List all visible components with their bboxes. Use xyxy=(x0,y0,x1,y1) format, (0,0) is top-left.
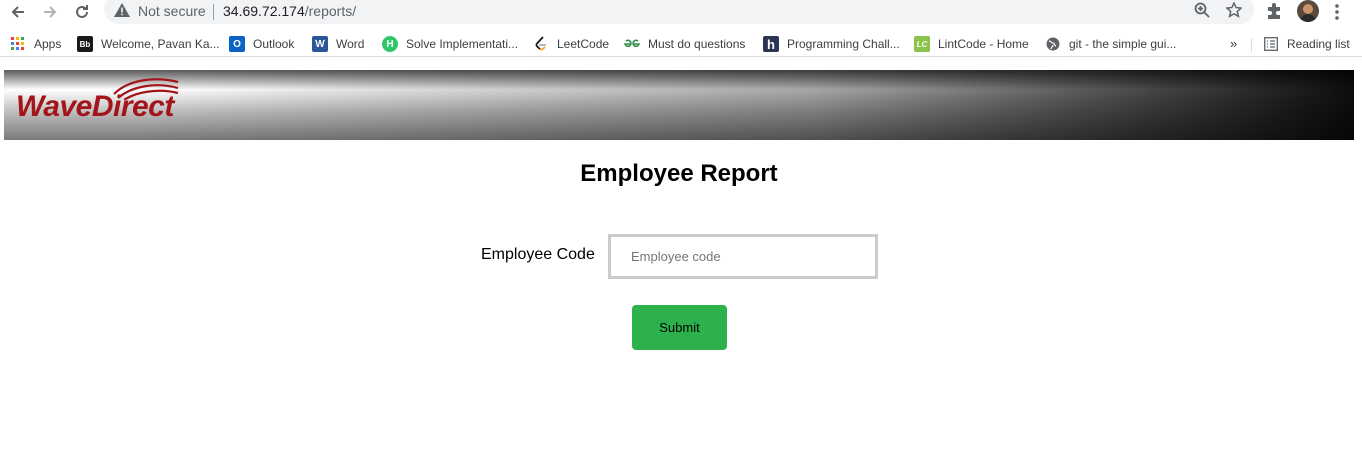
bookmark-hackerrank[interactable]: H Solve Implementati... xyxy=(382,35,518,53)
forward-arrow-icon xyxy=(44,6,57,18)
url-host: 34.69.72.174 xyxy=(223,3,305,19)
omnibox-divider xyxy=(213,4,214,20)
bookmark-blackboard[interactable]: Bb Welcome, Pavan Ka... xyxy=(77,35,220,53)
bookmark-gfg[interactable]: Must do questions xyxy=(624,35,745,53)
back-arrow-icon xyxy=(11,6,24,18)
page-title: Employee Report xyxy=(580,160,778,187)
geeksforgeeks-icon xyxy=(624,36,640,52)
globe-icon xyxy=(1045,36,1061,52)
bookmark-label: Programming Chall... xyxy=(787,37,900,51)
outlook-icon: O xyxy=(229,36,245,52)
bookmark-word[interactable]: W Word xyxy=(312,35,364,53)
kebab-menu-icon[interactable] xyxy=(1334,3,1340,26)
bookmark-label: Word xyxy=(336,37,365,51)
bookmark-label: LeetCode xyxy=(557,37,610,51)
bookmark-lintcode[interactable]: LC LintCode - Home xyxy=(914,35,1029,53)
bookmark-apps[interactable]: Apps xyxy=(10,35,61,53)
bookmark-label: Must do questions xyxy=(648,37,746,51)
employee-code-label: Employee Code xyxy=(481,246,595,263)
reload-button[interactable] xyxy=(70,0,94,24)
bookmarks-bar: Apps Bb Welcome, Pavan Ka... O Outlook W… xyxy=(0,30,1362,57)
browser-toolbar: Not secure 34.69.72.174/reports/ xyxy=(0,0,1362,24)
bookmark-label: Outlook xyxy=(253,37,295,51)
reading-list-button[interactable]: Reading list xyxy=(1263,35,1350,53)
hackerrank-icon: H xyxy=(382,36,398,52)
bookmark-label: LintCode - Home xyxy=(938,37,1029,51)
bookmarks-divider xyxy=(1251,38,1252,52)
employee-code-input[interactable] xyxy=(608,234,878,279)
bookmark-star-icon[interactable] xyxy=(1225,1,1243,23)
reading-list-label: Reading list xyxy=(1287,37,1350,51)
site-header-banner: WaveDirect xyxy=(4,70,1354,140)
bookmark-hackerearth[interactable]: h Programming Chall... xyxy=(763,35,900,53)
bookmark-label: Apps xyxy=(34,37,62,51)
lintcode-icon: LC xyxy=(914,36,930,52)
extensions-puzzle-icon[interactable] xyxy=(1265,2,1283,25)
profile-avatar[interactable] xyxy=(1297,0,1319,22)
warning-icon[interactable] xyxy=(114,3,130,22)
blackboard-icon: Bb xyxy=(77,36,93,52)
wavedirect-logo[interactable]: WaveDirect xyxy=(16,90,174,124)
reading-list-icon xyxy=(1263,36,1279,52)
reload-icon xyxy=(76,5,88,18)
bookmark-label: Solve Implementati... xyxy=(406,37,519,51)
security-status[interactable]: Not secure xyxy=(138,3,206,19)
leetcode-icon xyxy=(533,36,549,52)
bookmark-leetcode[interactable]: LeetCode xyxy=(533,35,609,53)
url-path: /reports/ xyxy=(304,3,357,19)
bookmark-label: git - the simple gui... xyxy=(1069,37,1177,51)
forward-button[interactable] xyxy=(38,0,62,24)
apps-grid-icon xyxy=(10,36,26,52)
zoom-icon[interactable] xyxy=(1194,2,1210,23)
more-bookmarks-chevron-icon[interactable]: » xyxy=(1230,36,1237,51)
bookmark-outlook[interactable]: O Outlook xyxy=(229,35,294,53)
back-button[interactable] xyxy=(6,0,30,24)
address-bar[interactable]: Not secure 34.69.72.174/reports/ xyxy=(104,0,1254,24)
url-text[interactable]: 34.69.72.174/reports/ xyxy=(223,3,356,19)
submit-button[interactable]: Submit xyxy=(632,305,727,350)
bookmark-git-guide[interactable]: git - the simple gui... xyxy=(1045,35,1176,53)
hackerearth-icon: h xyxy=(763,36,779,52)
word-icon: W xyxy=(312,36,328,52)
bookmark-label: Welcome, Pavan Ka... xyxy=(101,37,220,51)
